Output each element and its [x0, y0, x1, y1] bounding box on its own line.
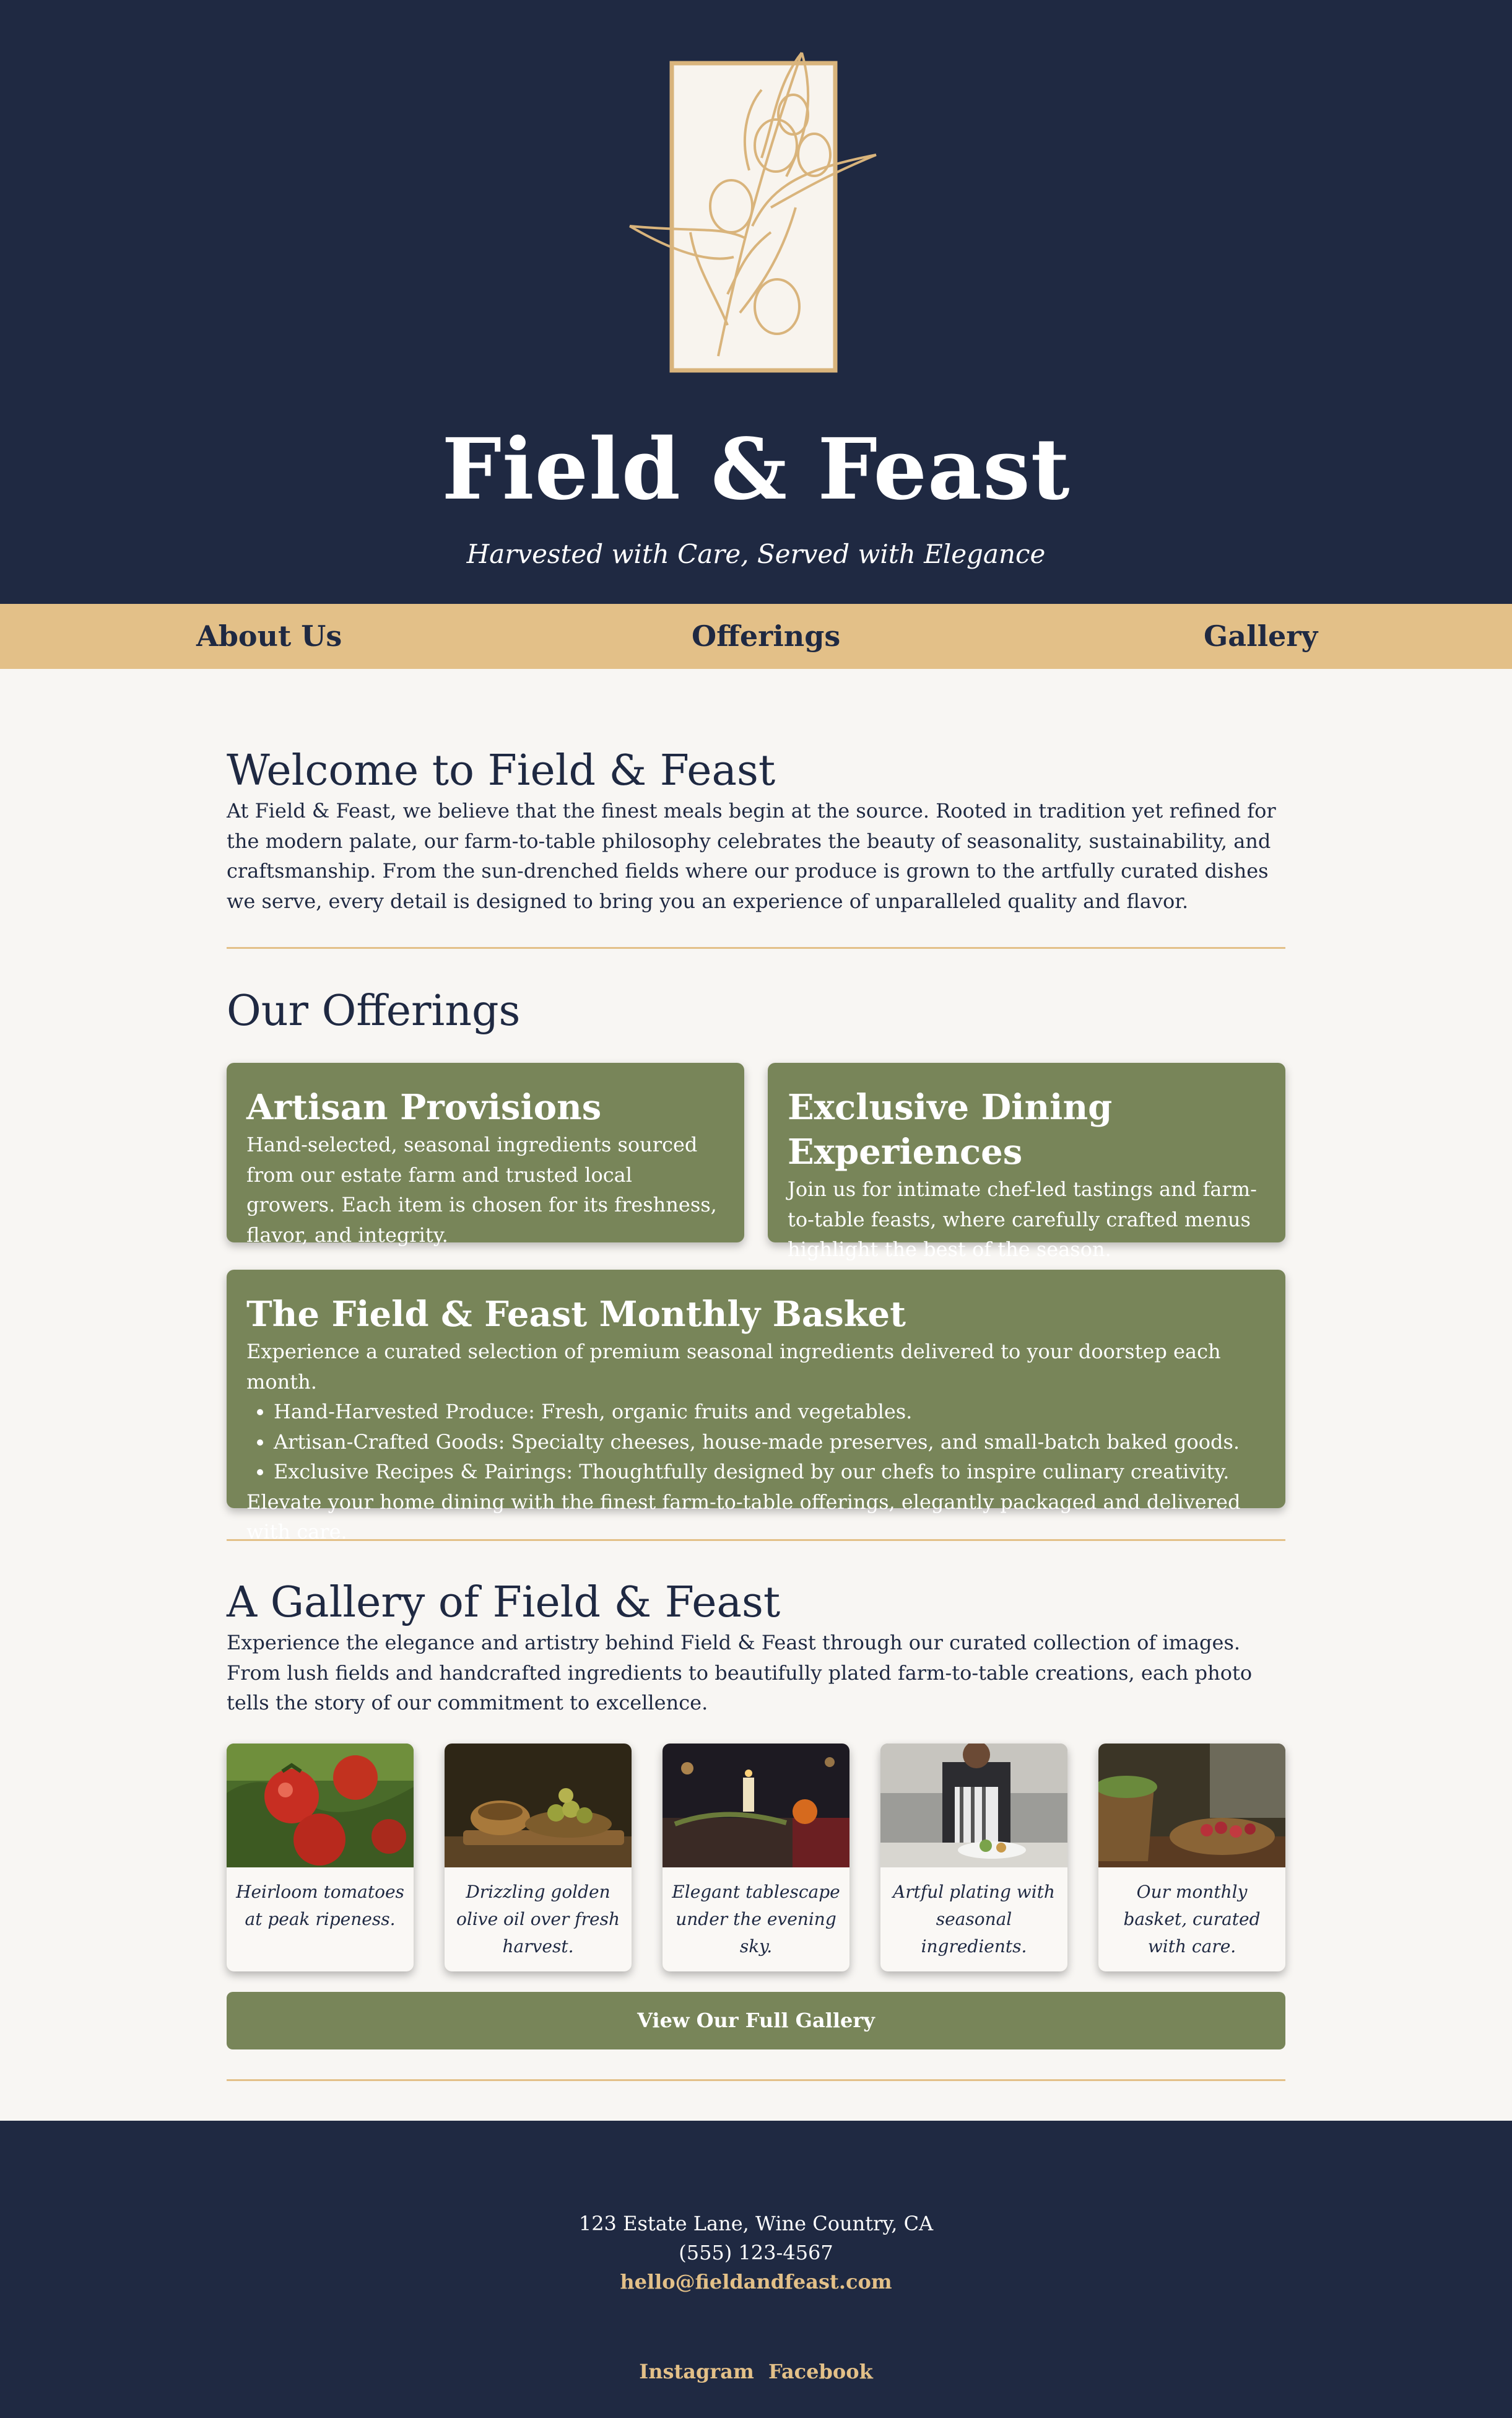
- view-full-gallery-button[interactable]: View Our Full Gallery: [227, 1992, 1285, 2049]
- footer-address: 123 Estate Lane, Wine Country, CA: [578, 2212, 934, 2235]
- gallery-caption: Heirloom tomatoes at peak ripeness.: [236, 1882, 404, 1929]
- nav-about-us[interactable]: About Us: [196, 604, 342, 669]
- nav-offerings[interactable]: Offerings: [692, 604, 840, 669]
- gallery-item-chef[interactable]: Artful plating with seasonal ingredients…: [880, 1744, 1067, 1971]
- gallery-item-basket[interactable]: Our monthly basket, curated with care.: [1098, 1744, 1285, 1971]
- olive-branch-icon: [628, 51, 877, 373]
- nav-gallery[interactable]: Gallery: [1204, 604, 1318, 669]
- welcome-section: Welcome to Field & Feast At Field & Feas…: [227, 746, 1285, 916]
- gallery-text: Experience the elegance and artistry beh…: [227, 1631, 1253, 1714]
- gallery-section: A Gallery of Field & Feast Experience th…: [227, 1578, 1285, 1718]
- monthly-basket-card: The Field & Feast Monthly Basket Experie…: [227, 1270, 1285, 1543]
- tablescape-photo: [663, 1744, 849, 1867]
- offering-card-title: Artisan Provisions: [246, 1087, 602, 1128]
- tomatoes-photo: [227, 1744, 414, 1867]
- basket-photo: [1098, 1744, 1285, 1867]
- welcome-heading: Welcome to Field & Feast: [227, 746, 776, 795]
- gallery-caption: Elegant tablescape under the evening sky…: [672, 1882, 840, 1957]
- basket-list-item: Hand-Harvested Produce: Fresh, organic f…: [274, 1397, 1266, 1427]
- offering-card-title: Exclusive Dining Experiences: [788, 1087, 1113, 1172]
- gallery-grid: Heirloom tomatoes at peak ripeness. Driz…: [227, 1744, 1285, 1973]
- offering-card-text: Hand-selected, seasonal ingredients sour…: [246, 1133, 717, 1247]
- site-header: Field & Feast Harvested with Care, Serve…: [0, 0, 1512, 604]
- offerings-heading: Our Offerings: [227, 987, 521, 1036]
- gallery-heading: A Gallery of Field & Feast: [227, 1578, 781, 1627]
- gallery-item-olive-oil[interactable]: Drizzling golden olive oil over fresh ha…: [445, 1744, 632, 1971]
- gallery-caption: Artful plating with seasonal ingredients…: [893, 1882, 1055, 1957]
- site-footer: 123 Estate Lane, Wine Country, CA (555) …: [0, 2121, 1512, 2418]
- basket-title: The Field & Feast Monthly Basket: [246, 1294, 906, 1335]
- divider: [227, 2079, 1285, 2081]
- chef-plating-photo: [880, 1744, 1067, 1867]
- divider: [227, 1539, 1285, 1541]
- facebook-link[interactable]: Facebook: [768, 2360, 873, 2383]
- gallery-caption: Drizzling golden olive oil over fresh ha…: [456, 1882, 620, 1957]
- site-tagline: Harvested with Care, Served with Eleganc…: [466, 539, 1046, 569]
- basket-list: Hand-Harvested Produce: Fresh, organic f…: [246, 1397, 1266, 1487]
- footer-phone: (555) 123-4567: [679, 2241, 833, 2264]
- main-nav: About Us Offerings Gallery: [0, 604, 1512, 669]
- divider: [227, 947, 1285, 949]
- gallery-item-tomatoes[interactable]: Heirloom tomatoes at peak ripeness.: [227, 1744, 414, 1971]
- basket-list-item: Artisan-Crafted Goods: Specialty cheeses…: [274, 1427, 1266, 1457]
- gallery-caption: Our monthly basket, curated with care.: [1123, 1882, 1261, 1957]
- footer-email-link[interactable]: hello@fieldandfeast.com: [0, 2270, 1512, 2294]
- offering-card-artisan: Artisan Provisions Hand-selected, season…: [227, 1063, 744, 1247]
- basket-list-item: Exclusive Recipes & Pairings: Thoughtful…: [274, 1457, 1266, 1487]
- offering-card-text: Join us for intimate chef-led tastings a…: [788, 1177, 1257, 1261]
- footer-social-links: Instagram Facebook: [0, 2360, 1512, 2383]
- gallery-item-tablescape[interactable]: Elegant tablescape under the evening sky…: [663, 1744, 849, 1971]
- instagram-link[interactable]: Instagram: [639, 2360, 754, 2383]
- welcome-text: At Field & Feast, we believe that the fi…: [227, 799, 1276, 913]
- site-title: Field & Feast: [441, 420, 1071, 519]
- offering-card-dining: Exclusive Dining Experiences Join us for…: [768, 1063, 1285, 1261]
- basket-intro: Experience a curated selection of premiu…: [246, 1340, 1221, 1394]
- basket-outro: Elevate your home dining with the finest…: [246, 1490, 1241, 1544]
- olive-oil-photo: [445, 1744, 632, 1867]
